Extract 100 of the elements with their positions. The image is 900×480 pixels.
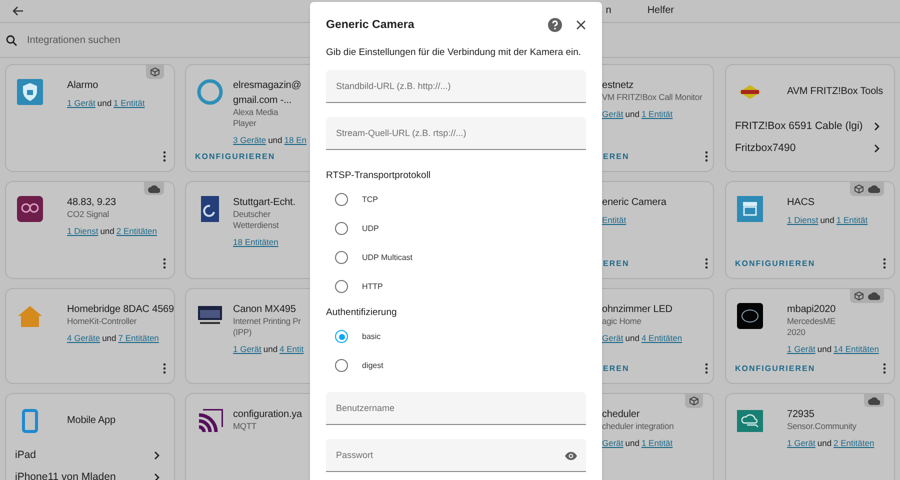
- menu-icon[interactable]: [705, 258, 708, 268]
- radio-label: basic: [362, 332, 381, 341]
- link[interactable]: 14 Entitäten: [834, 344, 879, 354]
- integration-title: Alarmo: [67, 79, 100, 92]
- radio-button[interactable]: [335, 280, 348, 293]
- link[interactable]: Gerät: [602, 438, 624, 448]
- password-field[interactable]: Passwort: [326, 439, 586, 472]
- link[interactable]: 4 Entit: [280, 344, 304, 354]
- integration-title: elresmagazin@: [233, 79, 302, 92]
- menu-icon[interactable]: [883, 362, 886, 374]
- configure-button[interactable]: EREN: [602, 258, 630, 268]
- link[interactable]: 1 Entität: [641, 109, 673, 119]
- back-arrow-icon[interactable]: [12, 6, 24, 16]
- device-name[interactable]: iPhone11 von Mladen: [15, 471, 116, 480]
- link[interactable]: 2 Entitäten: [834, 438, 874, 448]
- device-name[interactable]: iPad: [15, 449, 36, 461]
- conjunction-text: und: [625, 438, 640, 448]
- integration-title: HACS: [787, 196, 816, 209]
- integration-subtitle: cheduler integration: [602, 421, 675, 432]
- menu-icon[interactable]: [883, 258, 886, 268]
- integration-subtitle: VM FRITZ!Box Call Monitor: [602, 92, 704, 103]
- integration-title: gmail.com -...: [233, 94, 293, 107]
- device-name[interactable]: Fritzbox7490: [735, 142, 796, 154]
- link[interactable]: 1 Gerät: [233, 344, 262, 354]
- link[interactable]: Gerät: [602, 109, 624, 119]
- tab[interactable]: Helfer: [647, 2, 674, 20]
- link[interactable]: 1 Entität: [836, 215, 868, 225]
- integration-subtitle: HomeKit-Controller: [67, 316, 138, 327]
- conjunction-text: und: [820, 215, 834, 225]
- integration-title: AVM FRITZ!Box Tools: [787, 85, 884, 98]
- chevron-icon[interactable]: [154, 472, 160, 480]
- radio-button[interactable]: [335, 193, 348, 206]
- radio-button[interactable]: [335, 222, 348, 235]
- radio-button[interactable]: [335, 251, 348, 264]
- integration-subtitle: agic Home: [602, 316, 642, 327]
- dialog-title: Generic Camera: [326, 19, 414, 31]
- help-icon[interactable]: [548, 18, 562, 32]
- configure-button[interactable]: KONFIGURIEREN: [735, 258, 816, 268]
- search-field[interactable]: Integrationen suchen: [25, 34, 329, 46]
- menu-icon[interactable]: [705, 362, 708, 374]
- integration-subtitle: Deutscher: [233, 209, 272, 220]
- menu-icon[interactable]: [163, 150, 166, 162]
- integration-subtitle: (IPP): [233, 327, 253, 338]
- configure-button[interactable]: KONFIGURIEREN: [735, 364, 816, 372]
- chevron-icon[interactable]: [154, 450, 160, 460]
- configure-button[interactable]: EREN: [602, 364, 630, 372]
- link[interactable]: 1 Gerät: [787, 438, 816, 448]
- link[interactable]: 1 Entität: [641, 438, 673, 448]
- link[interactable]: 4 Geräte: [67, 333, 100, 343]
- integration-subtitle: Internet Printing Pr: [233, 316, 302, 327]
- weather-swirl-icon: [201, 196, 219, 222]
- menu-icon[interactable]: [163, 362, 166, 374]
- link[interactable]: 1 Dienst: [787, 215, 818, 225]
- link[interactable]: 18 Entitäten: [233, 237, 278, 247]
- cloud-sensor-icon: [737, 410, 763, 432]
- integration-title: Canon MX495: [233, 303, 297, 316]
- conjunction-text: und: [102, 333, 116, 343]
- url-field[interactable]: Stream-Quell-URL (z.B. rtsp://...): [326, 117, 586, 150]
- integration-subtitle: Alexa Media: [233, 107, 280, 118]
- menu-icon[interactable]: [163, 258, 166, 268]
- close-icon[interactable]: [576, 20, 586, 30]
- configure-button[interactable]: EREN: [602, 152, 630, 160]
- integration-subtitle: 2020: [787, 327, 806, 338]
- link[interactable]: 4 Entitäten: [641, 333, 682, 343]
- integration-subtitle: MQTT: [233, 421, 258, 432]
- dialog-description: Gib die Einstellungen für die Verbindung mit der Kamera ein.: [326, 47, 582, 58]
- username-field[interactable]: Benutzername: [326, 392, 586, 425]
- link[interactable]: 1 Gerät: [67, 98, 96, 108]
- link[interactable]: 7 Entitäten: [118, 333, 159, 343]
- url-field[interactable]: Standbild-URL (z.B. http://...): [326, 70, 586, 103]
- link[interactable]: 2 Entitäten: [116, 226, 158, 236]
- configure-button[interactable]: KONFIGURIEREN: [195, 152, 276, 160]
- section-label: Authentifizierung: [326, 307, 398, 318]
- integration-title: Mobile App: [67, 414, 116, 427]
- link[interactable]: Gerät: [602, 333, 624, 343]
- chevron-icon[interactable]: [874, 122, 880, 130]
- radio-button[interactable]: [335, 330, 348, 343]
- integration-title: Stuttgart-Echt.: [233, 196, 296, 209]
- link[interactable]: 1 Entität: [114, 98, 145, 108]
- integration-title: Homebridge 8DAC 4569: [67, 303, 174, 316]
- tab[interactable]: n: [606, 2, 612, 20]
- link[interactable]: 1 Gerät: [787, 344, 816, 354]
- radio-label: UDP Multicast: [362, 253, 413, 262]
- eye-icon[interactable]: [564, 451, 578, 461]
- integration-title: mbapi2020: [787, 303, 837, 316]
- chevron-icon[interactable]: [874, 144, 880, 152]
- integration-title: configuration.ya: [233, 408, 304, 421]
- search-icon: [6, 34, 17, 46]
- link[interactable]: 1 Dienst: [67, 226, 98, 236]
- integration-title: 48.83, 9.23: [67, 196, 117, 209]
- link[interactable]: 18 En: [284, 135, 306, 145]
- integration-title: estnetz: [602, 79, 635, 92]
- link[interactable]: Entität: [602, 215, 626, 225]
- device-name[interactable]: FRITZ!Box 6591 Cable (lgi): [735, 120, 863, 132]
- integration-title: 72935: [787, 408, 816, 421]
- menu-icon[interactable]: [705, 150, 708, 162]
- integration-subtitle: Wetterdienst: [233, 220, 280, 231]
- radio-button[interactable]: [335, 359, 348, 372]
- integration-subtitle: MercedesME: [787, 316, 837, 327]
- link[interactable]: 3 Geräte: [233, 135, 266, 145]
